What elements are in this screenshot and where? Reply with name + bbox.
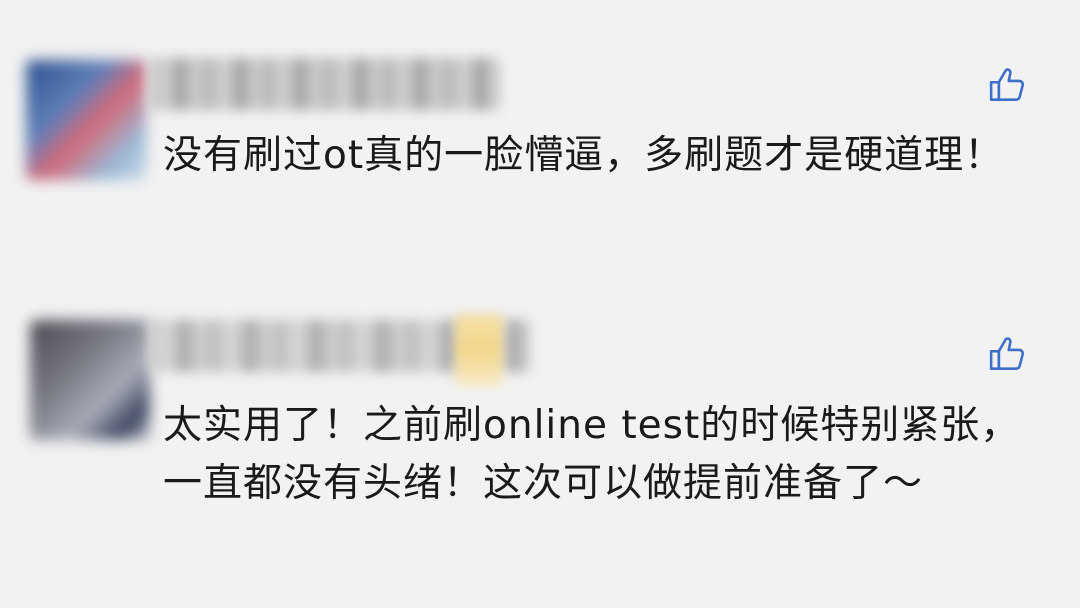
thumbs-up-icon[interactable]: [986, 332, 1030, 376]
comment-item: 没有刷过ot真的一脸懵逼，多刷题才是硬道理！: [0, 0, 1080, 290]
author-name-blurred: [150, 58, 500, 110]
avatar[interactable]: [26, 60, 146, 180]
comment-item: 太实用了！之前刷online test的时候特别紧张，一直都没有头绪！这次可以做…: [0, 290, 1080, 608]
thumbs-up-icon[interactable]: [986, 63, 1030, 107]
avatar[interactable]: [30, 320, 150, 440]
comment-text: 没有刷过ot真的一脸懵逼，多刷题才是硬道理！: [163, 133, 1005, 178]
author-badge-blurred: [455, 314, 503, 386]
comment-text: 太实用了！之前刷online test的时候特别紧张，一直都没有头绪！这次可以做…: [163, 403, 1021, 506]
